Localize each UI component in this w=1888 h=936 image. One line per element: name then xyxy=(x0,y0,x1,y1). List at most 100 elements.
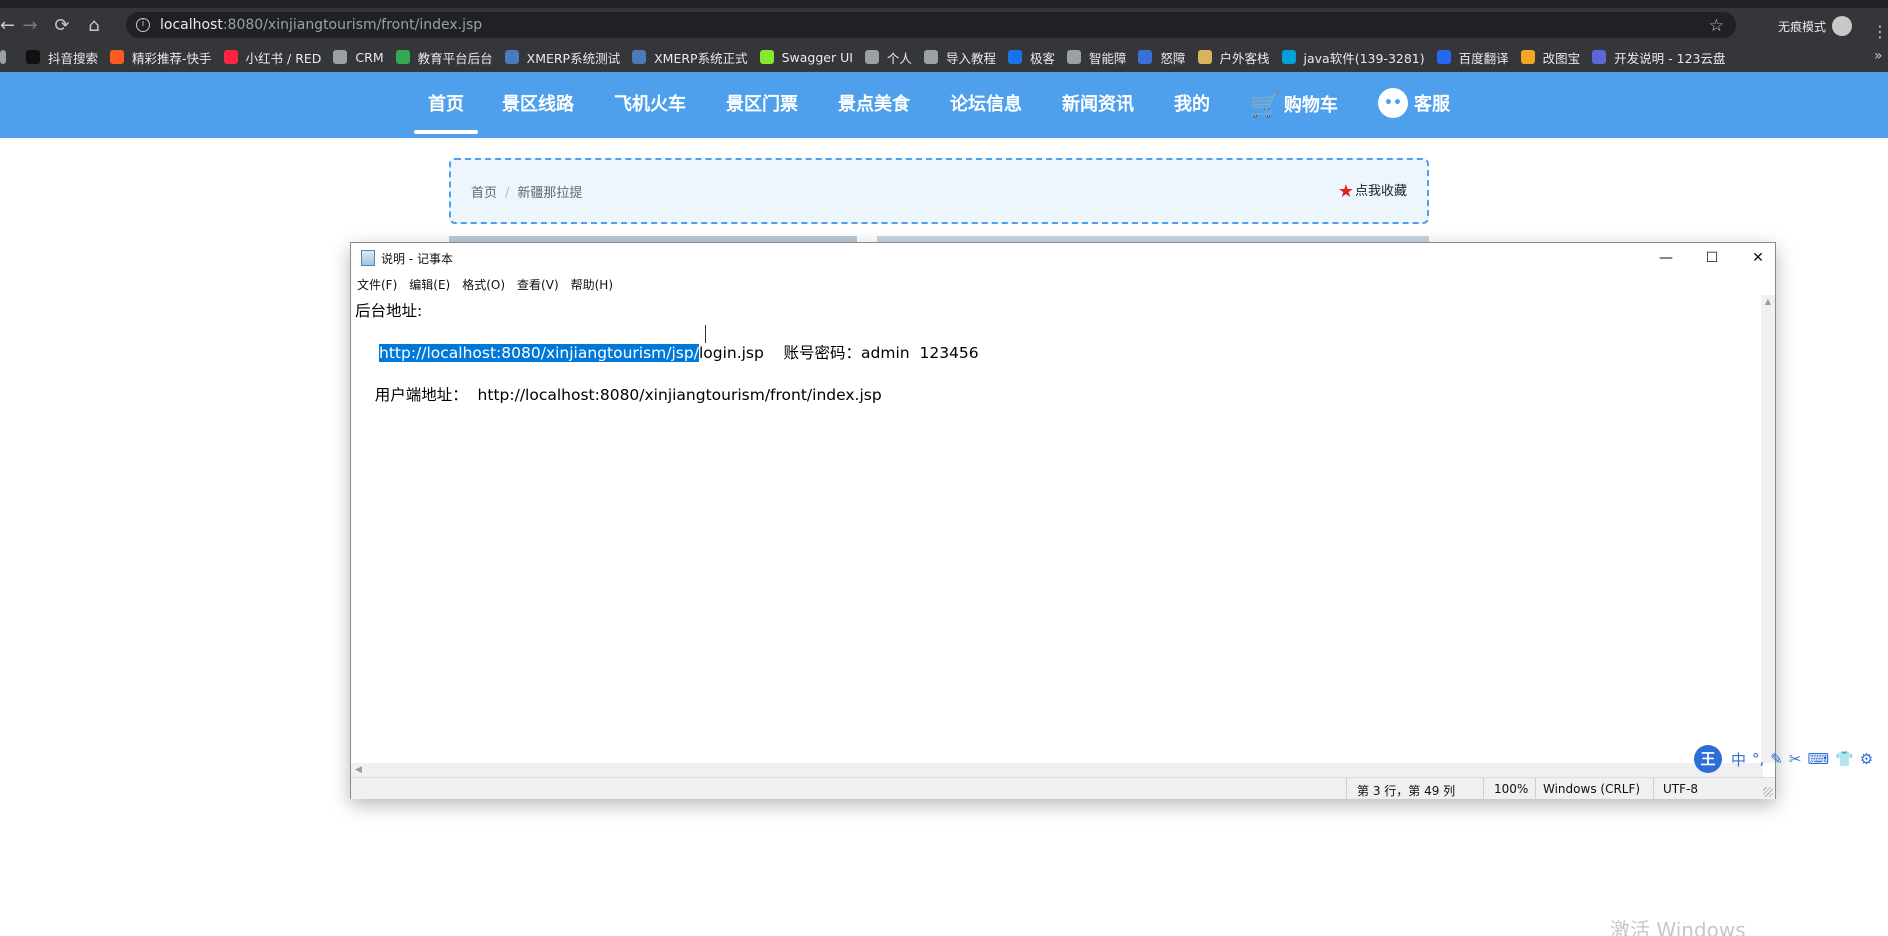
bookmark-item[interactable]: 户外客栈 xyxy=(1197,48,1270,67)
skin-icon[interactable]: 👕 xyxy=(1835,750,1854,768)
minimize-button[interactable]: — xyxy=(1643,243,1689,273)
bookmark-item[interactable]: 百度翻译 xyxy=(1436,48,1509,67)
notepad-app-icon xyxy=(361,250,375,266)
forward-icon[interactable]: → xyxy=(14,15,46,36)
bookmark-label: XMERP系统正式 xyxy=(654,50,748,66)
bookmark-label: 智能障 xyxy=(1088,50,1127,66)
bookmarks-overflow-icon[interactable]: » xyxy=(1874,48,1883,64)
breadcrumb-current: 新疆那拉提 xyxy=(517,186,583,201)
chat-icon: •• xyxy=(1378,88,1408,118)
menu-format[interactable]: 格式(O) xyxy=(462,276,505,293)
favorite-button[interactable]: ★点我收藏 xyxy=(1338,180,1407,202)
bookmark-item[interactable]: Swagger UI xyxy=(759,49,853,65)
status-zoom: 100% xyxy=(1494,782,1529,796)
nav-tickets[interactable]: 景区门票 xyxy=(726,72,798,138)
bookmark-item[interactable]: 导入教程 xyxy=(923,48,996,67)
bookmark-label: 怒障 xyxy=(1160,50,1186,66)
bookmark-item[interactable]: 小红书 / RED xyxy=(223,48,321,67)
bookmark-favicon-icon xyxy=(923,50,938,64)
horizontal-scrollbar[interactable]: ◀ xyxy=(351,763,1763,777)
menu-file[interactable]: 文件(F) xyxy=(357,276,397,293)
status-position: 第 3 行，第 49 列 xyxy=(1357,784,1456,798)
nav-cart[interactable]: 🛒 购物车 xyxy=(1250,72,1338,138)
bookmark-item[interactable]: XMERP系统正式 xyxy=(632,48,748,67)
mouse-ibeam-cursor xyxy=(705,325,707,343)
maximize-button[interactable]: ☐ xyxy=(1689,243,1735,273)
bookmark-label: 户外客栈 xyxy=(1219,50,1270,66)
incognito-indicator[interactable]: 无痕模式 xyxy=(1778,16,1853,36)
nav-flights-trains[interactable]: 飞机火车 xyxy=(614,72,686,138)
bookmark-favicon-icon xyxy=(1197,50,1212,64)
menu-view[interactable]: 查看(V) xyxy=(517,276,559,293)
browser-menu-icon[interactable]: ⋮ xyxy=(1872,22,1888,41)
bookmark-item[interactable]: java软件(139-3281) xyxy=(1281,48,1425,67)
bookmark-star-icon[interactable]: ☆ xyxy=(1709,16,1724,36)
status-line-ending: Windows (CRLF) xyxy=(1543,782,1641,796)
close-button[interactable]: ✕ xyxy=(1735,243,1781,273)
reload-icon[interactable]: ⟳ xyxy=(46,15,78,36)
nav-forum[interactable]: 论坛信息 xyxy=(950,72,1022,138)
bookmark-label: 极客 xyxy=(1029,50,1055,66)
bookmark-item[interactable]: 智能障 xyxy=(1066,48,1127,67)
tab-strip xyxy=(0,0,1888,8)
nav-home[interactable]: 首页 xyxy=(414,72,478,138)
bookmark-label: 导入教程 xyxy=(945,50,996,66)
bookmark-favicon-icon xyxy=(333,50,348,64)
breadcrumb-home[interactable]: 首页 xyxy=(471,186,497,201)
incognito-icon xyxy=(1832,16,1853,36)
scroll-left-icon[interactable]: ◀ xyxy=(355,763,362,777)
bookmark-item[interactable]: 抖音搜索 xyxy=(26,48,98,67)
bookmark-item[interactable]: 极客 xyxy=(1007,48,1055,67)
ime-mode-toggle[interactable]: 中 xyxy=(1731,749,1746,770)
handwriting-icon[interactable]: ✎ xyxy=(1770,750,1783,768)
bookmark-item[interactable]: 开发说明 - 123云盘 xyxy=(1592,48,1726,67)
bookmark-item[interactable]: 个人 xyxy=(864,48,912,67)
home-icon[interactable]: ⌂ xyxy=(78,15,110,36)
selected-text: http://localhost:8080/xinjiangtourism/js… xyxy=(379,344,699,362)
url-field[interactable]: i localhost:8080/xinjiangtourism/front/i… xyxy=(126,12,1736,38)
menu-help[interactable]: 帮助(H) xyxy=(571,276,613,293)
bookmark-label: java软件(139-3281) xyxy=(1303,50,1425,66)
bookmark-label: XMERP系统测试 xyxy=(526,50,621,66)
settings-gear-icon[interactable]: ⚙ xyxy=(1860,750,1873,768)
bookmark-label: 百度翻译 xyxy=(1458,50,1509,66)
menu-edit[interactable]: 编辑(E) xyxy=(409,276,450,293)
bookmark-item[interactable]: 精彩推荐-快手 xyxy=(110,48,212,67)
bookmark-favicon-icon xyxy=(632,50,647,64)
nav-service[interactable]: •• 客服 xyxy=(1378,72,1450,138)
punctuation-icon[interactable]: °, xyxy=(1752,750,1764,768)
favorite-label: 点我收藏 xyxy=(1354,184,1407,199)
bookmark-favicon-icon xyxy=(1007,50,1022,64)
bookmark-favicon-icon xyxy=(759,50,774,64)
notepad-text-area[interactable]: 后台地址: http://localhost:8080/xinjiangtour… xyxy=(351,295,1757,753)
scissors-icon[interactable]: ✂ xyxy=(1789,750,1802,768)
nav-news[interactable]: 新闻资讯 xyxy=(1062,72,1134,138)
info-icon[interactable]: i xyxy=(136,18,150,32)
vertical-scrollbar[interactable]: ▲ xyxy=(1761,295,1775,763)
back-icon[interactable]: ← xyxy=(0,15,15,36)
nav-food[interactable]: 景点美食 xyxy=(838,72,910,138)
bookmark-item[interactable]: 怒障 xyxy=(1138,48,1186,67)
notepad-statusbar: 第 3 行，第 49 列 100% Windows (CRLF) UTF-8 xyxy=(351,777,1775,800)
bookmark-item[interactable]: 教育平台后台 xyxy=(395,48,493,67)
resize-grip[interactable] xyxy=(1763,787,1773,797)
cart-icon: 🛒 xyxy=(1250,91,1280,119)
breadcrumb-box: 首页 / 新疆那拉提 ★点我收藏 xyxy=(449,158,1429,224)
bookmark-favicon-icon xyxy=(1138,50,1153,64)
scroll-up-icon[interactable]: ▲ xyxy=(1761,297,1775,306)
bookmark-item[interactable]: 改图宝 xyxy=(1520,48,1580,67)
bookmark-label: Swagger UI xyxy=(781,49,853,65)
notepad-title: 说明 - 记事本 xyxy=(381,251,453,266)
breadcrumb: 首页 / 新疆那拉提 xyxy=(471,182,582,201)
bookmark-partial[interactable] xyxy=(0,50,14,64)
notepad-titlebar[interactable]: 说明 - 记事本 — ☐ ✕ xyxy=(351,243,1775,273)
bookmark-item[interactable]: CRM xyxy=(333,50,384,65)
ime-logo-icon[interactable]: 王 xyxy=(1694,745,1722,773)
text-line-3: 用户端地址： http://localhost:8080/xinjiangtou… xyxy=(355,386,882,404)
keyboard-icon[interactable]: ⌨ xyxy=(1807,750,1829,768)
bookmark-item[interactable]: XMERP系统测试 xyxy=(504,48,621,67)
url-path: :8080/xinjiangtourism/front/index.jsp xyxy=(222,17,483,33)
nav-mine[interactable]: 我的 xyxy=(1174,72,1210,138)
nav-scenic-routes[interactable]: 景区线路 xyxy=(502,72,574,138)
nav-cart-label: 购物车 xyxy=(1283,95,1338,116)
